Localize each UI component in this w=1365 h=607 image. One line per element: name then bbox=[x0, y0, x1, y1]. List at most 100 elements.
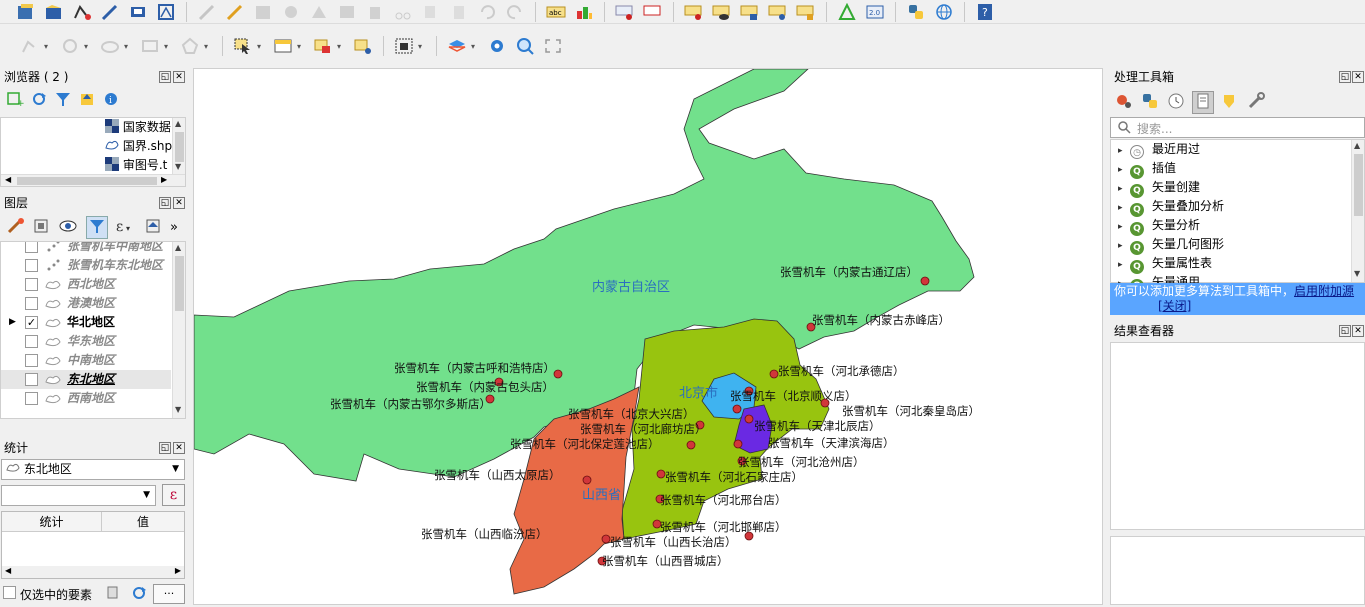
options-wrench-icon[interactable] bbox=[1246, 91, 1266, 113]
label-abc-icon[interactable]: abc bbox=[544, 1, 568, 23]
float-panel-icon[interactable]: ◱ bbox=[159, 442, 171, 454]
collapse-all-icon[interactable] bbox=[78, 91, 96, 110]
layer-visibility-checkbox[interactable] bbox=[25, 242, 38, 253]
float-panel-icon[interactable]: ◱ bbox=[1339, 325, 1351, 337]
layer-visibility-checkbox[interactable] bbox=[25, 278, 38, 291]
algorithm-group-item[interactable]: ▸ Q 插值 bbox=[1118, 159, 1176, 179]
layer-visibility-checkbox[interactable] bbox=[25, 373, 38, 386]
delete-icon[interactable] bbox=[363, 1, 387, 23]
store-point-marker[interactable] bbox=[744, 531, 754, 541]
zoom-magnifier-icon[interactable] bbox=[513, 35, 537, 57]
version-icon[interactable]: 2.0 bbox=[863, 1, 887, 23]
close-panel-icon[interactable]: ✕ bbox=[1352, 325, 1364, 337]
toolbox-search-input[interactable]: 搜索... bbox=[1110, 117, 1365, 138]
copy-icon[interactable] bbox=[106, 586, 120, 603]
store-point-marker[interactable] bbox=[744, 414, 754, 424]
label-edit-icon[interactable] bbox=[794, 1, 818, 23]
cut-icon[interactable] bbox=[391, 1, 415, 23]
label-rotate-icon[interactable] bbox=[738, 1, 762, 23]
edit-pencil-icon[interactable] bbox=[98, 1, 122, 23]
help-icon[interactable]: ? bbox=[973, 1, 997, 23]
layer-visibility-checkbox[interactable] bbox=[25, 392, 38, 405]
store-point-marker[interactable] bbox=[920, 276, 930, 286]
expression-button[interactable]: ε bbox=[162, 484, 185, 506]
store-point-marker[interactable] bbox=[769, 369, 779, 379]
label-move-icon[interactable] bbox=[682, 1, 706, 23]
layer-select[interactable]: 东北地区 ▼ bbox=[1, 459, 185, 480]
deselect-icon[interactable] bbox=[311, 35, 335, 57]
globe-icon[interactable] bbox=[932, 1, 956, 23]
layer-item[interactable]: 中南地区 bbox=[1, 351, 171, 370]
store-point-marker[interactable] bbox=[732, 404, 742, 414]
digitize-icon[interactable] bbox=[70, 1, 94, 23]
store-point-marker[interactable] bbox=[656, 469, 666, 479]
history-clock-icon[interactable] bbox=[1166, 92, 1186, 113]
layer-visibility-checkbox[interactable] bbox=[25, 354, 38, 367]
screenshot-icon[interactable] bbox=[392, 35, 416, 57]
edit-features-icon[interactable] bbox=[1220, 92, 1240, 113]
browser-item[interactable]: 国家数据 bbox=[105, 118, 171, 137]
column-header-stat[interactable]: 统计 bbox=[2, 512, 102, 532]
layer-item[interactable]: 华东地区 bbox=[1, 332, 171, 351]
python-icon[interactable] bbox=[904, 1, 928, 23]
save-edits-icon[interactable] bbox=[251, 1, 275, 23]
layer-item[interactable]: 张雪机车东北地区 bbox=[1, 256, 171, 275]
undo-icon[interactable] bbox=[475, 1, 499, 23]
models-gear-icon[interactable] bbox=[1114, 92, 1134, 113]
diagram-icon[interactable] bbox=[572, 1, 596, 23]
algorithm-group-item[interactable]: ▸ Q 矢量创建 bbox=[1118, 178, 1200, 198]
add-rectangle-icon[interactable] bbox=[138, 35, 162, 57]
algorithm-group-item[interactable]: ▸ ◷ 最近用过 bbox=[1118, 140, 1200, 159]
node-tool-icon[interactable] bbox=[279, 1, 303, 23]
new-project-icon[interactable] bbox=[14, 1, 38, 23]
results-doc-icon[interactable] bbox=[1192, 90, 1214, 114]
paste-icon[interactable] bbox=[447, 1, 471, 23]
style-brush-icon[interactable] bbox=[6, 217, 26, 238]
more-options-button[interactable]: ··· bbox=[153, 584, 185, 604]
float-panel-icon[interactable]: ◱ bbox=[159, 197, 171, 209]
attribute-table-icon[interactable] bbox=[271, 35, 295, 57]
visibility-eye-icon[interactable] bbox=[58, 217, 80, 238]
store-point-marker[interactable] bbox=[582, 475, 592, 485]
expand-arrow-icon[interactable]: ▶ bbox=[9, 313, 16, 332]
more-tools-icon[interactable]: » bbox=[170, 220, 178, 235]
layer-style-icon[interactable] bbox=[445, 35, 469, 57]
filter-legend-icon[interactable] bbox=[86, 215, 108, 239]
add-polygon-icon[interactable] bbox=[178, 35, 202, 57]
close-notice-link[interactable]: [关闭] bbox=[1158, 299, 1191, 313]
layer-item[interactable]: 西北地区 bbox=[1, 275, 171, 294]
store-point-marker[interactable] bbox=[601, 534, 611, 544]
label-change-icon[interactable] bbox=[766, 1, 790, 23]
browser-hscrollbar[interactable]: ◀ ▶ bbox=[1, 174, 185, 186]
select-location-icon[interactable] bbox=[351, 35, 375, 57]
add-circle-icon[interactable] bbox=[58, 35, 82, 57]
toolbox-scrollbar[interactable]: ▲ ▼ bbox=[1351, 140, 1364, 282]
column-header-value[interactable]: 值 bbox=[102, 512, 184, 532]
close-panel-icon[interactable]: ✕ bbox=[1352, 71, 1364, 83]
table-hscrollbar[interactable]: ◀ ▶ bbox=[2, 566, 184, 578]
label-show-icon[interactable] bbox=[710, 1, 734, 23]
algorithm-group-item[interactable]: ▸ Q 矢量叠加分析 bbox=[1118, 197, 1224, 217]
label-pin-icon[interactable] bbox=[613, 1, 637, 23]
python-icon[interactable] bbox=[1140, 92, 1160, 113]
layer-visibility-checkbox[interactable] bbox=[25, 335, 38, 348]
close-panel-icon[interactable]: ✕ bbox=[173, 71, 185, 83]
algorithm-group-item[interactable]: ▸ Q 矢量几何图形 bbox=[1118, 235, 1224, 255]
close-panel-icon[interactable]: ✕ bbox=[173, 442, 185, 454]
algorithm-group-item[interactable]: ▸ Q 矢量分析 bbox=[1118, 216, 1200, 236]
browser-item[interactable]: 国界.shp bbox=[105, 137, 172, 156]
close-panel-icon[interactable]: ✕ bbox=[173, 197, 185, 209]
add-group-icon[interactable] bbox=[32, 217, 52, 238]
redo-icon[interactable] bbox=[503, 1, 527, 23]
layer-visibility-checkbox[interactable] bbox=[25, 297, 38, 310]
vertex-tool-icon[interactable] bbox=[154, 1, 178, 23]
move-layer-icon[interactable] bbox=[144, 217, 164, 238]
table-edit-icon[interactable] bbox=[335, 1, 359, 23]
store-point-marker[interactable] bbox=[820, 398, 830, 408]
layer-item[interactable]: 西南地区 bbox=[1, 389, 171, 408]
label-red-icon[interactable] bbox=[641, 1, 665, 23]
only-selected-checkbox[interactable] bbox=[3, 586, 16, 599]
store-point-marker[interactable] bbox=[686, 440, 696, 450]
add-point-icon[interactable] bbox=[18, 35, 42, 57]
float-panel-icon[interactable]: ◱ bbox=[1339, 71, 1351, 83]
